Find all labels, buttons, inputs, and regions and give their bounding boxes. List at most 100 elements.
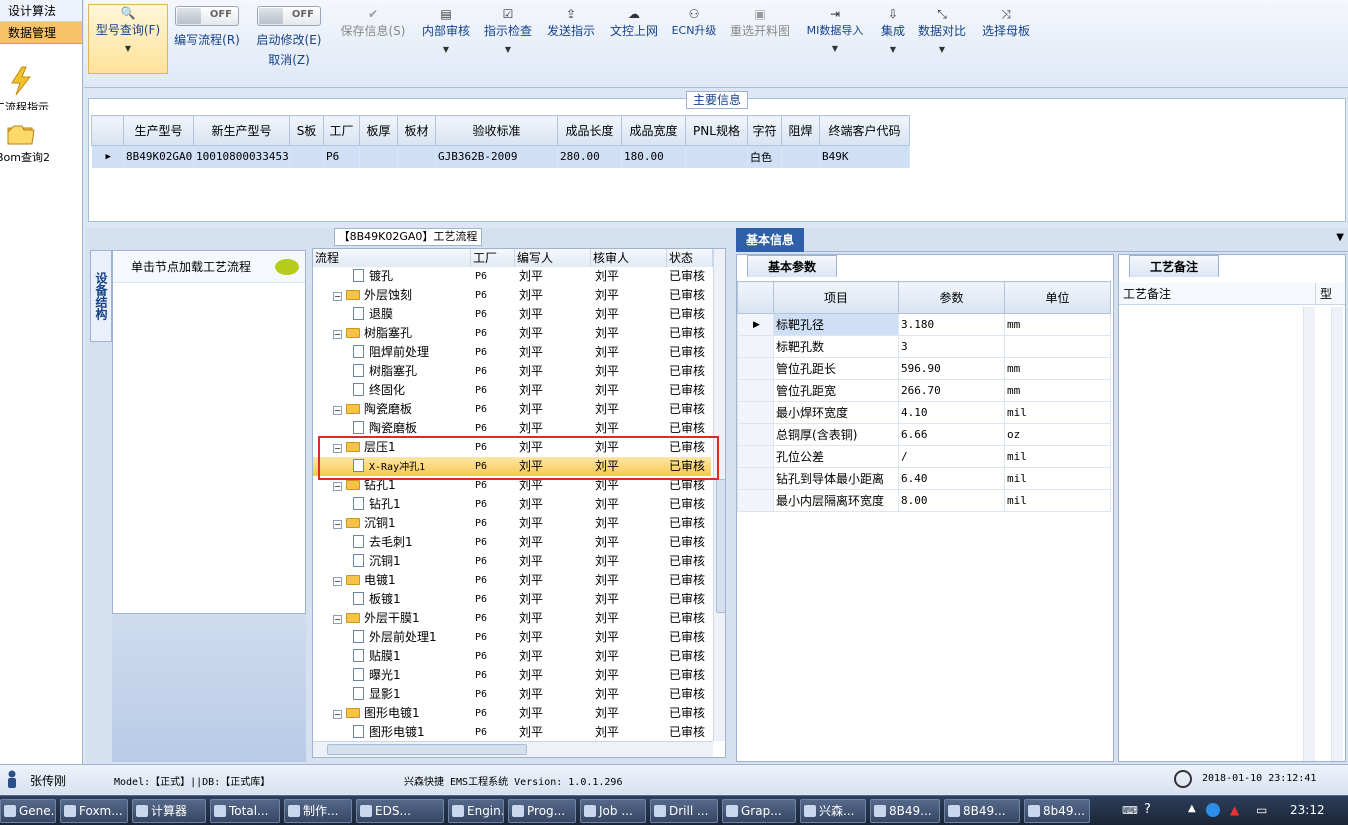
reviewer-col-header[interactable]: 核审人: [591, 249, 667, 267]
taskbar-window-button[interactable]: 制作...: [284, 799, 352, 823]
flow-tree-row[interactable]: 镀孔 P6 刘平 刘平 已审核: [313, 267, 711, 286]
param-unit[interactable]: mil: [1004, 445, 1111, 468]
flow-node[interactable]: 钻孔1: [353, 495, 401, 514]
collapse-icon[interactable]: −: [333, 520, 342, 529]
table-row[interactable]: 最小焊环宽度 4.10 mil: [736, 401, 1111, 424]
main-info-cell[interactable]: 白色: [747, 145, 782, 168]
flow-tree-row[interactable]: 树脂塞孔 P6 刘平 刘平 已审核: [313, 362, 711, 381]
chevron-down-icon[interactable]: ▼: [1336, 232, 1344, 243]
flow-node[interactable]: 板镀1: [353, 590, 401, 609]
cancel-label[interactable]: 取消(Z): [268, 53, 310, 67]
notes-scrollbar[interactable]: [1303, 307, 1315, 761]
param-item[interactable]: 总铜厚(含表铜): [773, 423, 900, 446]
main-info-cell[interactable]: [289, 145, 324, 168]
flow-tree-row[interactable]: 退膜 P6 刘平 刘平 已审核: [313, 305, 711, 324]
taskbar-window-button[interactable]: Total...: [210, 799, 280, 823]
taskbar-window-button[interactable]: Gene...: [0, 799, 56, 823]
collapse-icon[interactable]: −: [333, 406, 342, 415]
param-unit[interactable]: mm: [1004, 357, 1111, 380]
main-info-cell[interactable]: 8B49K02GA0: [123, 145, 194, 168]
main-info-col-header[interactable]: 板材: [397, 115, 436, 146]
param-unit[interactable]: mil: [1004, 467, 1111, 490]
writer-col-header[interactable]: 编写人: [515, 249, 591, 267]
taskbar-window-button[interactable]: Drill ...: [650, 799, 718, 823]
row-selector[interactable]: [736, 445, 775, 468]
flow-node[interactable]: 显影1: [353, 685, 401, 704]
main-info-cell[interactable]: GJB362B-2009: [435, 145, 558, 168]
network-icon[interactable]: [1206, 803, 1220, 817]
flow-tree-row[interactable]: − 沉铜1 P6 刘平 刘平 已审核: [313, 514, 711, 533]
param-value[interactable]: 4.10: [898, 401, 1005, 424]
param-value[interactable]: 266.70: [898, 379, 1005, 402]
main-info-col-header[interactable]: 字符: [747, 115, 782, 146]
main-info-col-header[interactable]: 新生产型号: [193, 115, 290, 146]
table-row[interactable]: 总铜厚(含表铜) 6.66 oz: [736, 423, 1111, 446]
ecn-upgrade-button[interactable]: ⚇ ECN升级: [670, 6, 718, 38]
param-value[interactable]: 6.40: [898, 467, 1005, 490]
flow-node[interactable]: − 陶瓷磨板: [333, 400, 412, 419]
flow-tree-row[interactable]: − 树脂塞孔 P6 刘平 刘平 已审核: [313, 324, 711, 343]
flow-node[interactable]: − 外层蚀刻: [333, 286, 412, 305]
keyboard-icon[interactable]: ⌨: [1122, 804, 1138, 817]
taskbar-window-button[interactable]: 8B49...: [870, 799, 940, 823]
flow-tree-row[interactable]: 贴膜1 P6 刘平 刘平 已审核: [313, 647, 711, 666]
params-col-header[interactable]: 单位: [1004, 281, 1111, 314]
flow-tree-row[interactable]: 外层前处理1 P6 刘平 刘平 已审核: [313, 628, 711, 647]
main-info-col-header[interactable]: 成品长度: [557, 115, 622, 146]
flow-tree-row[interactable]: − 外层干膜1 P6 刘平 刘平 已审核: [313, 609, 711, 628]
flow-vertical-scrollbar[interactable]: [713, 249, 725, 741]
process-notes-tab[interactable]: 工艺备注: [1129, 255, 1219, 277]
main-info-cell[interactable]: [359, 145, 398, 168]
collapse-icon[interactable]: −: [333, 615, 342, 624]
param-unit[interactable]: mm: [1004, 379, 1111, 402]
doc-control-online-button[interactable]: ☁ 文控上网: [608, 6, 660, 39]
flow-node[interactable]: − 电镀1: [333, 571, 396, 590]
params-col-header[interactable]: 项目: [773, 281, 900, 314]
param-unit[interactable]: mm: [1004, 313, 1111, 336]
param-value[interactable]: 6.66: [898, 423, 1005, 446]
row-selector[interactable]: [736, 423, 775, 446]
flow-hscroll-thumb[interactable]: [327, 744, 527, 755]
display-icon[interactable]: ▭: [1256, 803, 1267, 817]
tray-expand-icon[interactable]: ▲: [1188, 803, 1196, 814]
select-master-board-button[interactable]: ⤨ 选择母板: [980, 6, 1032, 39]
basic-info-tab[interactable]: 基本信息: [736, 228, 804, 252]
param-unit[interactable]: mil: [1004, 489, 1111, 512]
flow-tree-row[interactable]: − 电镀1 P6 刘平 刘平 已审核: [313, 571, 711, 590]
flow-node[interactable]: − 外层干膜1: [333, 609, 420, 628]
flow-node[interactable]: 阻焊前处理: [353, 343, 429, 362]
model-query-button[interactable]: 🔍 型号查询(F) ▼: [88, 4, 168, 74]
reselect-cutting-diagram-button[interactable]: ▣ 重选开料图: [728, 6, 792, 39]
flow-node[interactable]: 终固化: [353, 381, 405, 400]
flow-horizontal-scrollbar[interactable]: [313, 741, 713, 757]
table-row[interactable]: 标靶孔数 3: [736, 335, 1111, 358]
start-modify-toggle-button[interactable]: OFF 启动修改(E) 取消(Z): [252, 6, 326, 68]
flow-tree-row[interactable]: 去毛刺1 P6 刘平 刘平 已审核: [313, 533, 711, 552]
param-value[interactable]: 596.90: [898, 357, 1005, 380]
main-info-col-header[interactable]: 验收标准: [435, 115, 558, 146]
flow-node[interactable]: 图形电镀1: [353, 723, 425, 742]
row-selector[interactable]: [736, 401, 775, 424]
type-scrollbar[interactable]: [1331, 307, 1343, 761]
collapse-icon[interactable]: −: [333, 710, 342, 719]
factory-col-header[interactable]: 工厂: [471, 249, 515, 267]
param-item[interactable]: 最小内层隔离环宽度: [773, 489, 900, 512]
flow-tree-row[interactable]: 显影1 P6 刘平 刘平 已审核: [313, 685, 711, 704]
nav-tab-design-algorithm[interactable]: 设计算法: [0, 0, 82, 22]
param-item[interactable]: 标靶孔数: [773, 335, 900, 358]
taskbar-window-button[interactable]: Prog...: [508, 799, 576, 823]
flow-node[interactable]: 曝光1: [353, 666, 401, 685]
param-item[interactable]: 最小焊环宽度: [773, 401, 900, 424]
flow-col-header[interactable]: 流程: [313, 249, 471, 267]
taskbar-window-button[interactable]: Engin...: [448, 799, 504, 823]
flow-tree-row[interactable]: 阻焊前处理 P6 刘平 刘平 已审核: [313, 343, 711, 362]
taskbar-window-button[interactable]: 8b49...: [1024, 799, 1090, 823]
start-modify-toggle[interactable]: OFF: [257, 6, 321, 26]
write-flow-toggle[interactable]: OFF: [175, 6, 239, 26]
taskbar-window-button[interactable]: Foxm...: [60, 799, 128, 823]
param-value[interactable]: 3.180: [898, 313, 1005, 336]
flow-tree-row[interactable]: 图形电镀1 P6 刘平 刘平 已审核: [313, 723, 711, 742]
main-info-col-header[interactable]: 终端客户代码: [819, 115, 910, 146]
table-row[interactable]: 管位孔距宽 266.70 mm: [736, 379, 1111, 402]
nav-item-flow-instruction[interactable]: 工流程指示: [0, 66, 83, 110]
